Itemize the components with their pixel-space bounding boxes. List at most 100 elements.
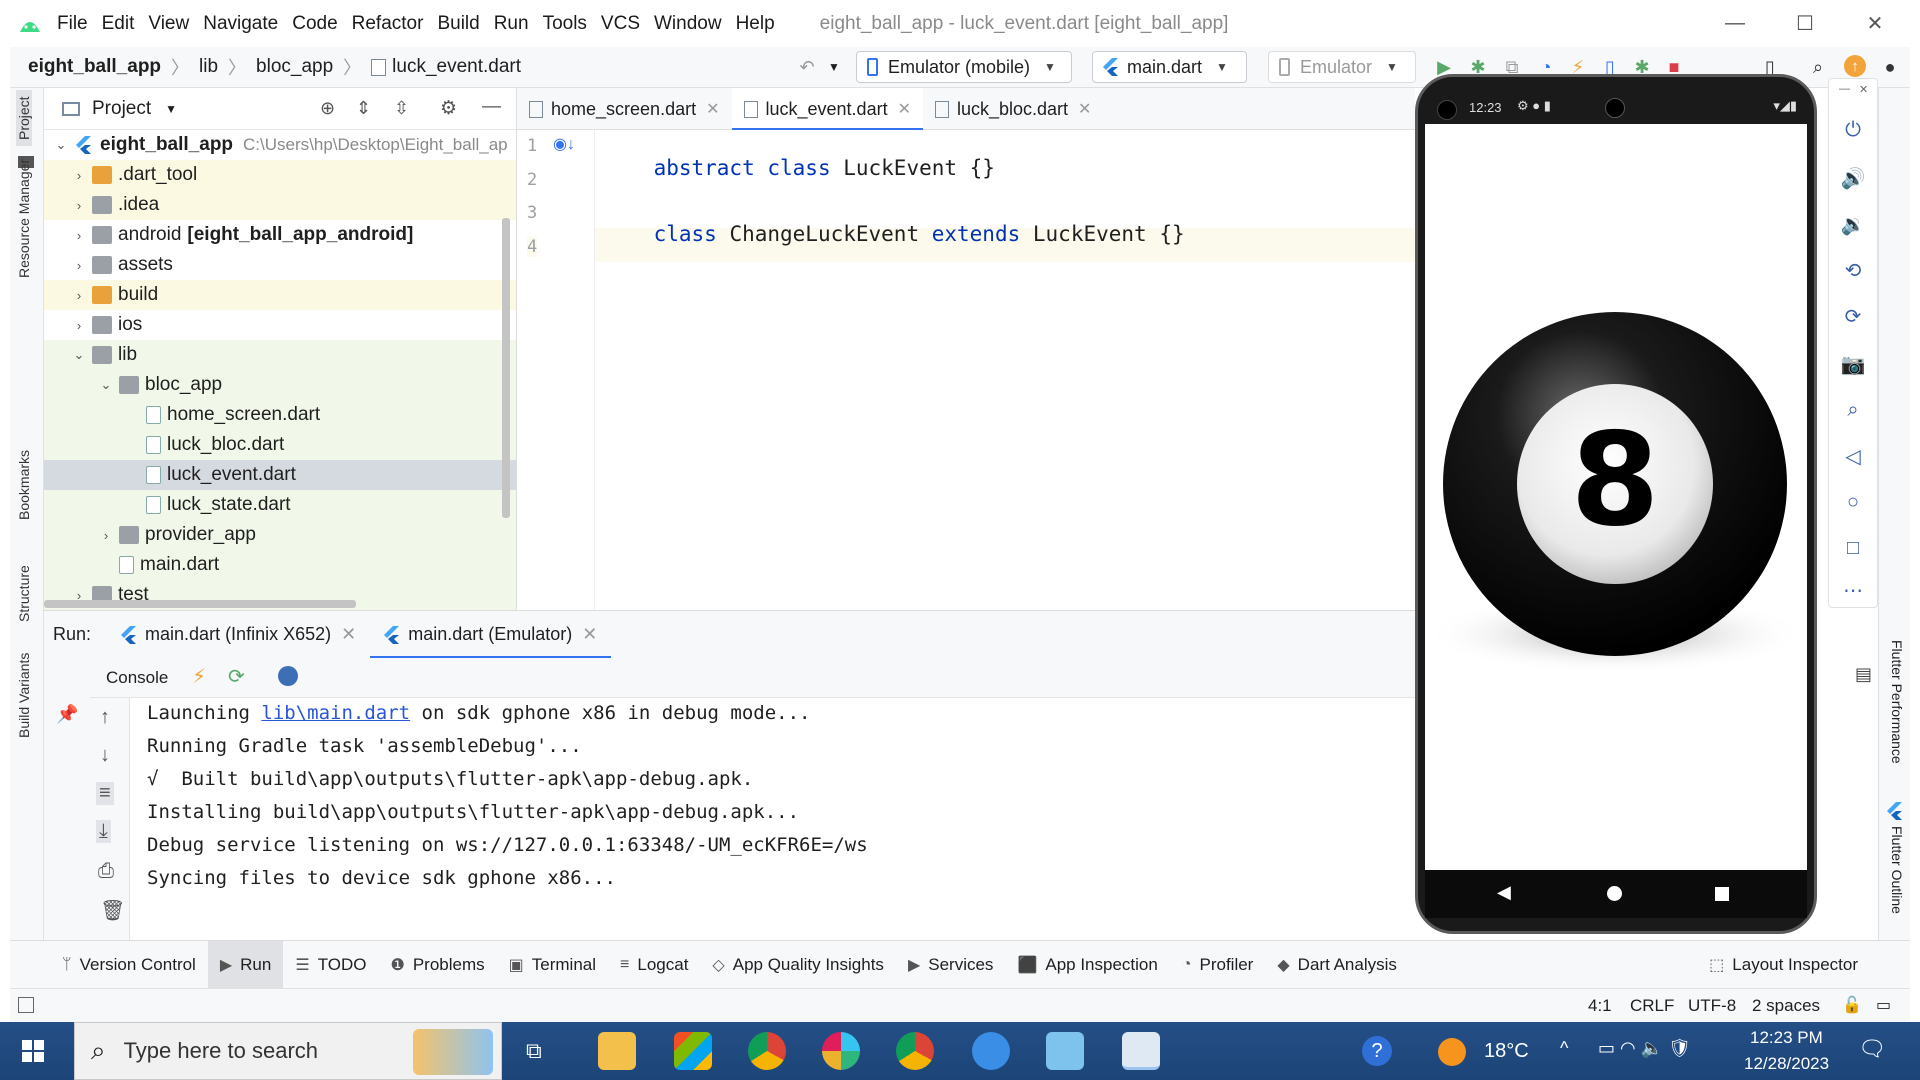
breadcrumb-bloc-app[interactable]: bloc_app xyxy=(256,56,333,78)
implementations-icon[interactable]: ◉↓ xyxy=(553,134,575,154)
search-icon[interactable]: ⌕ xyxy=(1806,55,1830,79)
update-icon[interactable]: ↑ xyxy=(1844,55,1866,77)
clock-date[interactable]: 12/28/2023 xyxy=(1744,1054,1829,1074)
chevron-down-icon[interactable]: ⌄ xyxy=(97,377,115,393)
close-tab-icon[interactable]: ✕ xyxy=(341,624,356,645)
weather-icon[interactable] xyxy=(1438,1038,1466,1066)
chrome-icon[interactable] xyxy=(748,1032,786,1070)
tool-todo[interactable]: ☰ TODO xyxy=(283,941,378,989)
close-tab-icon[interactable]: ✕ xyxy=(582,624,597,645)
chrome-profile-icon[interactable] xyxy=(896,1032,934,1070)
close-tab-icon[interactable]: ✕ xyxy=(706,99,719,119)
soft-wrap-icon[interactable]: ≡ xyxy=(96,782,114,805)
scroll-to-end-icon[interactable]: ⤓ xyxy=(96,820,111,843)
tool-services[interactable]: ▶ Services xyxy=(896,941,1006,989)
slack-icon[interactable] xyxy=(822,1032,860,1070)
file-encoding[interactable]: UTF-8 xyxy=(1688,996,1736,1016)
rotate-left-icon[interactable]: ⟲ xyxy=(1829,255,1877,285)
flutter-performance-tool-tab[interactable]: Flutter Performance xyxy=(1889,640,1905,764)
tab-home-screen[interactable]: home_screen.dart ✕ xyxy=(517,88,732,130)
run-tab-emulator[interactable]: main.dart (Emulator) ✕ xyxy=(370,611,612,659)
more-icon[interactable]: ⋯ xyxy=(1829,575,1877,605)
tree-item[interactable]: luck_bloc.dart xyxy=(44,430,516,460)
chevron-right-icon[interactable]: › xyxy=(97,528,115,543)
chevron-right-icon[interactable]: › xyxy=(70,198,88,213)
windows-start-icon[interactable] xyxy=(22,1040,44,1062)
run-tab-infinix[interactable]: main.dart (Infinix X652) ✕ xyxy=(107,611,370,659)
tree-item[interactable]: luck_state.dart xyxy=(44,490,516,520)
hot-restart-icon[interactable]: ⟳ xyxy=(228,664,245,689)
android-studio-icon[interactable] xyxy=(1122,1032,1160,1070)
project-tool-tab[interactable]: Project xyxy=(16,90,32,146)
file-link[interactable]: lib\main.dart xyxy=(261,702,410,724)
tree-scrollbar[interactable] xyxy=(502,218,510,518)
structure-tool-tab[interactable]: Structure xyxy=(16,565,32,622)
tray-network-icons[interactable]: ▭ ◠ 🔈 🛡 xyxy=(1598,1038,1691,1059)
chevron-right-icon[interactable]: › xyxy=(70,288,88,303)
tab-luck-event[interactable]: luck_event.dart ✕ xyxy=(731,88,924,131)
menu-tools[interactable]: Tools xyxy=(543,13,587,35)
print-icon[interactable]: ⎙ xyxy=(98,860,114,883)
hide-icon[interactable]: — xyxy=(482,96,501,118)
emulator-selector[interactable]: Emulator ▼ xyxy=(1268,51,1416,83)
menu-code[interactable]: Code xyxy=(292,13,337,35)
tool-logcat[interactable]: ≡ Logcat xyxy=(608,941,700,989)
tool-profiler[interactable]: ◔ Profiler xyxy=(1170,941,1266,989)
chevron-right-icon[interactable]: › xyxy=(70,228,88,243)
tool-layout-inspector[interactable]: ⬚ Layout Inspector xyxy=(1697,941,1870,989)
tree-item[interactable]: › provider_app xyxy=(44,520,516,550)
tool-dart-analysis[interactable]: ◆ Dart Analysis xyxy=(1265,941,1409,989)
weather-temp[interactable]: 18°C xyxy=(1484,1040,1529,1063)
power-icon[interactable]: ⏻ xyxy=(1829,115,1877,145)
console-tab[interactable]: Console xyxy=(106,668,168,688)
breadcrumb-lib[interactable]: lib xyxy=(199,56,218,78)
menu-help[interactable]: Help xyxy=(736,13,775,35)
menu-refactor[interactable]: Refactor xyxy=(352,13,424,35)
tree-root[interactable]: ⌄ eight_ball_app C:\Users\hp\Desktop\Eig… xyxy=(44,130,516,160)
back-icon[interactable]: ◁ xyxy=(1829,441,1877,471)
menu-vcs[interactable]: VCS xyxy=(601,13,640,35)
screenshot-icon[interactable]: 📷 xyxy=(1829,349,1877,379)
app-store-icon[interactable] xyxy=(972,1032,1010,1070)
panel-toggle-icon[interactable] xyxy=(18,997,34,1013)
minimize-icon[interactable]: — xyxy=(1700,0,1770,47)
close-tab-icon[interactable]: ✕ xyxy=(898,99,911,119)
resource-manager-tool-tab[interactable]: Resource Manager xyxy=(16,159,32,278)
help-icon[interactable]: ? xyxy=(1362,1036,1392,1066)
tree-item[interactable]: › .dart_tool xyxy=(44,160,516,190)
chevron-right-icon[interactable]: › xyxy=(70,168,88,183)
arrow-down-icon[interactable]: ↓ xyxy=(100,744,110,767)
tree-item[interactable]: › build xyxy=(44,280,516,310)
tool-app-inspection[interactable]: ⬛ App Inspection xyxy=(1005,941,1169,989)
clock-time[interactable]: 12:23 PM xyxy=(1750,1028,1823,1048)
hot-reload-icon[interactable]: ⚡ xyxy=(192,664,206,689)
breadcrumb-file[interactable]: luck_event.dart xyxy=(392,56,521,78)
tree-item[interactable]: › android [eight_ball_app_android] xyxy=(44,220,516,250)
tree-item[interactable]: ⌄ bloc_app xyxy=(44,370,516,400)
tool-version-control[interactable]: ᛘ Version Control xyxy=(50,941,208,989)
rotate-right-icon[interactable]: ⟳ xyxy=(1829,301,1877,331)
tool-app-quality-insights[interactable]: ◇ App Quality Insights xyxy=(700,941,896,989)
chevron-down-icon[interactable]: ▼ xyxy=(822,55,846,79)
device-selector[interactable]: Emulator (mobile) ▼ xyxy=(856,51,1072,83)
tree-item[interactable]: luck_event.dart xyxy=(44,460,516,490)
hammer-back-icon[interactable]: ↶ xyxy=(795,55,819,79)
tree-item[interactable]: › ios xyxy=(44,310,516,340)
locate-icon[interactable]: ⊕ xyxy=(320,98,335,119)
task-view-icon[interactable]: ⧉ xyxy=(526,1038,542,1064)
memory-icon[interactable]: ▭ xyxy=(1876,995,1891,1015)
tool-run[interactable]: ▶ Run xyxy=(207,940,284,989)
build-variants-tool-tab[interactable]: Build Variants xyxy=(16,653,32,738)
devtools-icon[interactable] xyxy=(278,666,298,686)
microsoft-store-icon[interactable] xyxy=(674,1032,712,1070)
zoom-icon[interactable]: ⌕ xyxy=(1829,395,1877,425)
layout-icon[interactable]: ▤ xyxy=(1855,664,1872,685)
file-explorer-icon[interactable] xyxy=(598,1032,636,1070)
taskbar-search[interactable]: ⌕ Type here to search xyxy=(74,1022,502,1080)
menu-run[interactable]: Run xyxy=(494,13,529,35)
horizontal-scrollbar[interactable] xyxy=(44,600,356,608)
caret-position[interactable]: 4:1 xyxy=(1588,996,1612,1016)
minimize-icon[interactable]: — xyxy=(1839,83,1850,95)
pin-icon[interactable]: 📌 xyxy=(56,704,78,725)
line-separator[interactable]: CRLF xyxy=(1630,996,1674,1016)
